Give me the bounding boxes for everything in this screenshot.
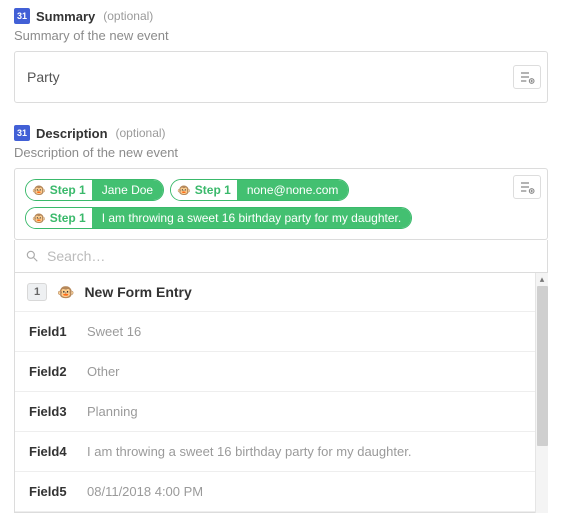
form-icon: 🐵	[32, 184, 46, 197]
form-icon: 🐵	[177, 184, 191, 197]
search-icon	[25, 249, 39, 263]
description-input-box[interactable]: 🐵Step 1Jane Doe🐵Step 1none@none.com🐵Step…	[14, 168, 548, 240]
description-subtitle: Description of the new event	[14, 145, 548, 160]
summary-subtitle: Summary of the new event	[14, 28, 548, 43]
calendar-icon: 31	[14, 8, 30, 24]
field-name: Field5	[29, 484, 73, 499]
field-list: 1 🐵 New Form Entry Field1 Sweet 16 Field2 O…	[14, 273, 548, 513]
field-row[interactable]: Field1 Sweet 16	[15, 312, 547, 352]
field-picker: 1 🐵 New Form Entry Field1 Sweet 16 Field2 O…	[14, 240, 548, 513]
form-icon: 🐵	[32, 212, 46, 225]
field-name: Field3	[29, 404, 73, 419]
calendar-icon: 31	[14, 125, 30, 141]
summary-input-box[interactable]: Party	[14, 51, 548, 103]
field-name: Field2	[29, 364, 73, 379]
step-number-badge: 1	[27, 283, 47, 301]
field-value: I am throwing a sweet 16 birthday party …	[87, 444, 411, 459]
field-row[interactable]: Field3 Planning	[15, 392, 547, 432]
summary-title: Summary	[36, 9, 95, 24]
field-name: Field1	[29, 324, 73, 339]
description-header: 31 Description (optional)	[14, 125, 548, 141]
form-icon: 🐵	[57, 284, 74, 301]
insert-data-icon	[519, 69, 535, 85]
pill-value: none@none.com	[237, 180, 349, 200]
summary-value: Party	[27, 69, 60, 85]
pill-value: Jane Doe	[92, 180, 163, 200]
data-pill[interactable]: 🐵Step 1Jane Doe	[25, 179, 164, 201]
group-title: New Form Entry	[84, 284, 191, 300]
field-name: Field4	[29, 444, 73, 459]
field-value: Planning	[87, 404, 138, 419]
data-pill[interactable]: 🐵Step 1I am throwing a sweet 16 birthday…	[25, 207, 412, 229]
search-row[interactable]	[14, 240, 548, 273]
field-value: 08/11/2018 4:00 PM	[87, 484, 203, 499]
summary-optional: (optional)	[103, 9, 153, 23]
search-input[interactable]	[47, 248, 537, 264]
description-title: Description	[36, 126, 108, 141]
pill-value: I am throwing a sweet 16 birthday party …	[92, 208, 411, 228]
data-pill[interactable]: 🐵Step 1none@none.com	[170, 179, 349, 201]
field-row[interactable]: Field4 I am throwing a sweet 16 birthday …	[15, 432, 547, 472]
pill-step: 🐵Step 1	[171, 180, 237, 200]
group-header[interactable]: 1 🐵 New Form Entry	[15, 273, 547, 312]
description-optional: (optional)	[116, 126, 166, 140]
description-insert-button[interactable]	[513, 175, 541, 199]
pill-step: 🐵Step 1	[26, 180, 92, 200]
summary-insert-button[interactable]	[513, 65, 541, 89]
scrollbar[interactable]: ▴	[535, 273, 548, 513]
insert-data-icon	[519, 179, 535, 195]
field-row[interactable]: Field5 08/11/2018 4:00 PM	[15, 472, 547, 512]
summary-header: 31 Summary (optional)	[14, 8, 548, 24]
pill-step: 🐵Step 1	[26, 208, 92, 228]
field-value: Other	[87, 364, 120, 379]
field-value: Sweet 16	[87, 324, 141, 339]
field-row[interactable]: Field2 Other	[15, 352, 547, 392]
scroll-up-icon[interactable]: ▴	[540, 273, 545, 285]
scroll-thumb[interactable]	[537, 286, 548, 446]
